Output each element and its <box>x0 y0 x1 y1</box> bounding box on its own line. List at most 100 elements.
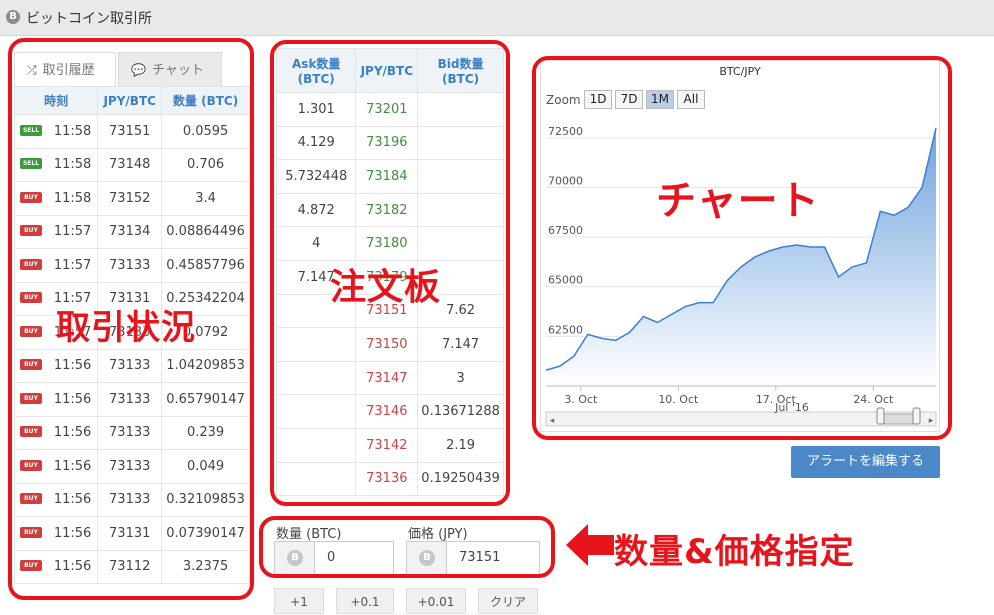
plus-0-1-button[interactable]: +0.1 <box>336 588 394 614</box>
bid-price: 73142 <box>355 427 419 463</box>
trade-price: 73133 <box>97 449 163 484</box>
buy-badge: BUY <box>20 392 42 404</box>
bid-qty: 3 <box>417 360 504 396</box>
ask-row[interactable]: 1.301 73201 <box>276 92 504 127</box>
tab-trade-history-label: 取引履歴 <box>42 63 95 78</box>
bid-row[interactable]: 73146 0.13671288 <box>276 394 504 429</box>
trade-time: 11:57 <box>53 224 92 240</box>
trade-time: 11:56 <box>53 391 92 407</box>
ask-row[interactable]: 4.872 73182 <box>276 192 504 228</box>
y-tick-label: 72500 <box>548 125 583 138</box>
tab-chat-label: チャット <box>151 63 204 78</box>
trade-time: 11:56 <box>53 425 92 441</box>
trade-price: 73133 <box>97 382 163 417</box>
zoom-7d-button[interactable]: 7D <box>615 90 643 109</box>
ask-qty: 4.872 <box>276 192 357 228</box>
trade-time: 11:58 <box>53 157 92 173</box>
trade-time: 11:56 <box>53 525 92 541</box>
trade-price: 73133 <box>97 248 163 283</box>
bitcoin-icon: B <box>419 550 435 566</box>
bid-qty-empty <box>417 125 504 161</box>
col-price: JPY/BTC <box>97 86 163 115</box>
ask-qty: 5.732448 <box>276 159 357 194</box>
trade-price: 73133 <box>97 482 163 517</box>
table-row: BUY 11:58 73152 3.4 <box>14 181 250 216</box>
table-row: BUY 11:56 73133 0.32109853 <box>14 482 250 517</box>
table-row: BUY 11:56 73133 0.65790147 <box>14 382 250 417</box>
annotation-history-label: 取引状況 <box>56 308 196 348</box>
bid-price: 73150 <box>355 327 419 362</box>
scroll-left-icon: ◂ <box>550 416 555 426</box>
ask-qty-empty <box>276 427 357 463</box>
y-tick-label: 70000 <box>548 174 583 187</box>
bid-qty-empty <box>417 226 504 261</box>
price-value: 73151 <box>459 550 501 565</box>
annotation-form-label: 数量&価格指定 <box>614 532 855 572</box>
bid-row[interactable]: 73150 7.147 <box>276 327 504 362</box>
tab-trade-history[interactable]: ⤮ 取引履歴 <box>14 52 116 86</box>
bid-row[interactable]: 73147 3 <box>276 360 504 396</box>
clear-button[interactable]: クリア <box>478 588 538 614</box>
trade-time-cell: BUY 11:57 <box>14 214 99 249</box>
buy-badge: BUY <box>20 526 42 538</box>
qty-input[interactable]: B 0 <box>274 541 394 575</box>
trade-price: 73112 <box>97 549 163 584</box>
plus-0-01-button[interactable]: +0.01 <box>406 588 466 614</box>
title-bar: B ビットコイン取引所 <box>0 0 994 36</box>
arrow-left-icon <box>566 524 614 566</box>
qty-prefix: B <box>275 542 315 574</box>
sell-badge: SELL <box>20 124 42 136</box>
sell-badge: SELL <box>20 158 42 170</box>
trade-price: 73131 <box>97 516 163 551</box>
ask-row[interactable]: 4.129 73196 <box>276 125 504 161</box>
series-area <box>546 127 936 386</box>
trade-amount: 0.706 <box>161 147 250 182</box>
bid-row[interactable]: 73136 0.19250439 <box>276 461 504 497</box>
ask-qty-empty <box>276 461 357 497</box>
trade-time-cell: BUY 11:56 <box>14 482 99 517</box>
zoom-1m-button[interactable]: 1M <box>646 90 674 109</box>
trade-time: 11:58 <box>53 190 92 206</box>
history-tabs: ⤮ 取引履歴 💬 チャット <box>14 52 250 86</box>
buy-badge: BUY <box>20 292 42 304</box>
trade-amount: 0.32109853 <box>161 482 250 517</box>
buy-badge: BUY <box>20 325 42 337</box>
ask-row[interactable]: 4 73180 <box>276 226 504 261</box>
zoom-1d-button[interactable]: 1D <box>584 90 612 109</box>
table-row: BUY 11:56 73112 3.2375 <box>14 549 250 584</box>
y-tick-label: 67500 <box>548 224 583 237</box>
ask-row[interactable]: 5.732448 73184 <box>276 159 504 194</box>
trade-time-cell: SELL 11:58 <box>14 147 99 182</box>
y-tick-label: 62500 <box>548 323 583 336</box>
navigator-handle-left <box>876 407 885 425</box>
bid-qty-header: Bid数量 (BTC) <box>437 57 484 86</box>
buy-badge: BUY <box>20 225 42 237</box>
bitcoin-icon: B <box>287 550 303 566</box>
bid-price: 73146 <box>355 394 419 429</box>
chat-bubble-icon: 💬 <box>131 63 146 77</box>
bid-qty-empty <box>417 159 504 194</box>
tab-chat[interactable]: 💬 チャット <box>118 52 222 86</box>
ask-price: 73180 <box>355 226 419 261</box>
trade-time-cell: BUY 11:57 <box>14 248 99 283</box>
ask-qty: 1.301 <box>276 92 357 127</box>
price-input[interactable]: B 73151 <box>406 541 540 575</box>
ask-price: 73182 <box>355 192 419 228</box>
bid-row[interactable]: 73142 2.19 <box>276 427 504 463</box>
bid-qty-empty <box>417 192 504 228</box>
trade-time-cell: SELL 11:58 <box>14 114 99 149</box>
trade-time-cell: BUY 11:56 <box>14 348 99 383</box>
page-title: ビットコイン取引所 <box>26 11 152 27</box>
trade-time-cell: BUY 11:56 <box>14 516 99 551</box>
chart-canvas: 6000062500650006750070000725003. Oct10. … <box>540 60 940 432</box>
zoom-all-button[interactable]: All <box>677 90 705 109</box>
trade-price: 73148 <box>97 147 163 182</box>
trade-time: 11:56 <box>53 358 92 374</box>
buy-badge: BUY <box>20 560 42 572</box>
buy-badge: BUY <box>20 359 42 371</box>
edit-alert-button[interactable]: アラートを編集する <box>791 446 940 478</box>
trade-price: 73133 <box>97 415 163 450</box>
plus-1-button[interactable]: +1 <box>274 588 324 614</box>
table-row: BUY 11:56 73133 1.04209853 <box>14 348 250 383</box>
bid-qty-empty <box>417 92 504 127</box>
